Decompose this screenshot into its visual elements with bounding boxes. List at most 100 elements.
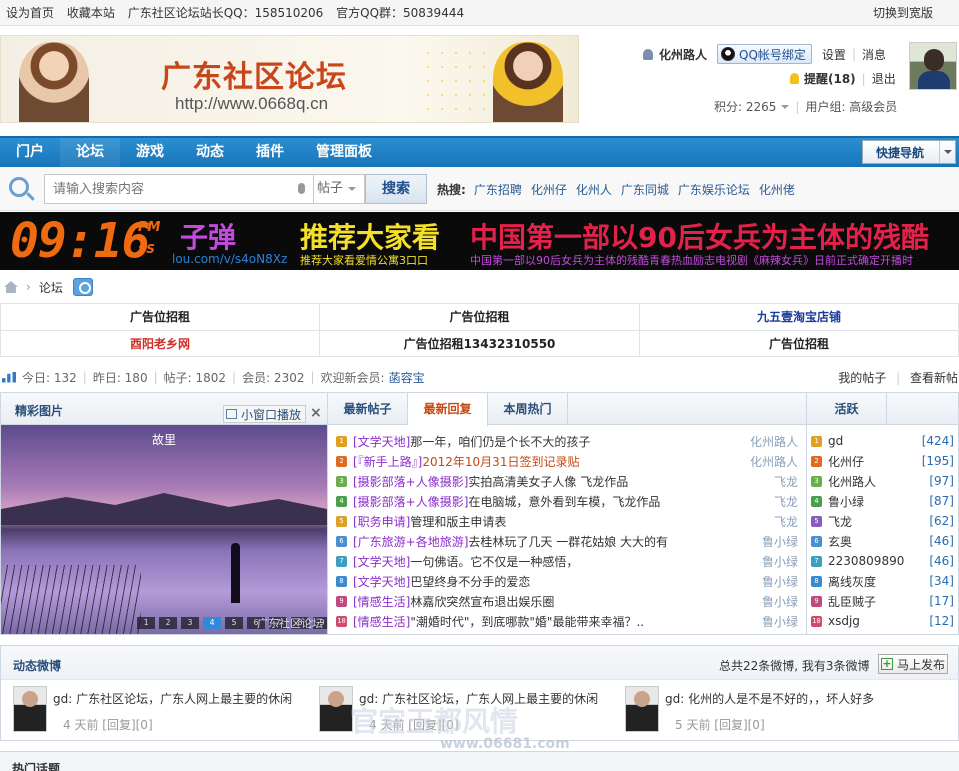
thread-subject[interactable]: [摄影部落+人像摄影]在电脑城，意外看到车模，飞龙作品 xyxy=(353,493,755,510)
pager-button[interactable]: 5 xyxy=(225,617,243,629)
thread-row[interactable]: 2 [『新手上路』]2012年10月31日签到记录贴 化州路人 xyxy=(328,451,806,471)
hot-search-link[interactable]: 广东同城 xyxy=(621,181,669,198)
quick-nav-button[interactable]: 快捷导航 xyxy=(862,140,956,164)
view-new-posts-link[interactable]: 查看新帖 xyxy=(910,371,958,385)
thread-author[interactable]: 飞龙 xyxy=(774,513,798,530)
nav-item-plugins[interactable]: 插件 xyxy=(240,138,300,167)
set-homepage-link[interactable]: 设为首页 xyxy=(6,6,54,20)
thread-subject[interactable]: [情感生活]林嘉欣突然宣布退出娱乐圈 xyxy=(353,593,755,610)
thread-subject[interactable]: [文学天地]一句佛语。它不仅是一种感悟， xyxy=(353,553,755,570)
pager-button[interactable]: 2 xyxy=(159,617,177,629)
thread-subject[interactable]: [『新手上路』]2012年10月31日签到记录贴 xyxy=(353,453,755,470)
pager-button[interactable]: 3 xyxy=(181,617,199,629)
thread-category[interactable]: [文学天地] xyxy=(353,575,410,589)
nav-item-forum[interactable]: 论坛 xyxy=(60,138,120,167)
active-user-name[interactable]: 乱臣贼子 xyxy=(828,593,876,610)
thread-author[interactable]: 鲁小绿 xyxy=(762,613,798,630)
nav-item-admin-panel[interactable]: 管理面板 xyxy=(300,138,388,167)
new-member-link[interactable]: 菡容宝 xyxy=(389,369,425,386)
close-icon[interactable]: × xyxy=(310,405,322,421)
search-type-select[interactable]: 帖子 xyxy=(314,174,365,204)
thread-row[interactable]: 1 [文学天地]那一年，咱们仍是个长不大的孩子 化州路人 xyxy=(328,431,806,451)
thread-author[interactable]: 鲁小绿 xyxy=(762,573,798,590)
site-banner[interactable]: 广东社区论坛 http://www.0668q.cn xyxy=(0,35,579,123)
active-user-row[interactable]: 9 乱臣贼子 [17] xyxy=(807,591,958,611)
ad-cell[interactable]: 九五壹淘宝店铺 xyxy=(640,304,958,331)
active-user-name[interactable]: xsdjg xyxy=(828,614,860,628)
ad-cell[interactable]: 酉阳老乡网 xyxy=(1,331,320,357)
thread-category[interactable]: [文学天地] xyxy=(353,435,410,449)
chevron-down-icon[interactable] xyxy=(781,104,790,109)
active-user-name[interactable]: 化州路人 xyxy=(828,473,876,490)
avatar[interactable] xyxy=(319,686,353,732)
qq-bind-button[interactable]: QQ帐号绑定 xyxy=(717,44,812,64)
tab-latest-posts[interactable]: 最新帖子 xyxy=(328,393,408,425)
thread-title[interactable]: 巴望终身不分手的爱恋 xyxy=(410,575,530,589)
active-user-name[interactable]: 鲁小绿 xyxy=(828,493,864,510)
ad-cell[interactable]: 广告位招租 xyxy=(320,304,640,331)
thread-category[interactable]: [广东旅游+各地旅游] xyxy=(353,535,468,549)
thread-author[interactable]: 化州路人 xyxy=(750,433,798,450)
thread-title[interactable]: 去桂林玩了几天 一群花姑娘 大大的有 xyxy=(468,535,668,549)
thread-author[interactable]: 鲁小绿 xyxy=(762,553,798,570)
thread-title[interactable]: 2012年10月31日签到记录贴 xyxy=(422,455,579,469)
avatar[interactable] xyxy=(13,686,47,732)
thread-author[interactable]: 飞龙 xyxy=(774,493,798,510)
user-group-link[interactable]: 用户组: 高级会员 xyxy=(805,98,897,115)
thread-title[interactable]: 在电脑城，意外看到车模，飞龙作品 xyxy=(468,495,660,509)
thread-subject[interactable]: [职务申请]管理和版主申请表 xyxy=(353,513,755,530)
thread-row[interactable]: 3 [摄影部落+人像摄影]实拍高清美女子人像 飞龙作品 飞龙 xyxy=(328,471,806,491)
nav-item-feed[interactable]: 动态 xyxy=(180,138,240,167)
thread-title[interactable]: 一句佛语。它不仅是一种感悟， xyxy=(410,555,578,569)
weibo-text[interactable]: gd: 广东社区论坛，广东人网上最主要的休闲 xyxy=(53,690,292,707)
thread-subject[interactable]: [摄影部落+人像摄影]实拍高清美女子人像 飞龙作品 xyxy=(353,473,755,490)
weibo-meta[interactable]: 4 天前 [回复][0] xyxy=(63,716,153,733)
active-user-name[interactable]: gd xyxy=(828,434,843,448)
thread-row[interactable]: 5 [职务申请]管理和版主申请表 飞龙 xyxy=(328,511,806,531)
hot-search-link[interactable]: 化州佬 xyxy=(759,181,795,198)
hot-search-link[interactable]: 化州人 xyxy=(576,181,612,198)
active-user-row[interactable]: 5 飞龙 [62] xyxy=(807,511,958,531)
active-user-row[interactable]: 2 化州仔 [195] xyxy=(807,451,958,471)
thread-author[interactable]: 鲁小绿 xyxy=(762,593,798,610)
hot-search-link[interactable]: 广东招聘 xyxy=(474,181,522,198)
active-user-row[interactable]: 10 xsdjg [12] xyxy=(807,611,958,631)
switch-wide-link[interactable]: 切换到宽版 xyxy=(873,4,933,21)
thread-category[interactable]: [文学天地] xyxy=(353,555,410,569)
thread-subject[interactable]: [广东旅游+各地旅游]去桂林玩了几天 一群花姑娘 大大的有 xyxy=(353,533,755,550)
points-link[interactable]: 积分: 2265 xyxy=(714,98,776,115)
thread-row[interactable]: 9 [情感生活]林嘉欣突然宣布退出娱乐圈 鲁小绿 xyxy=(328,591,806,611)
pager-button-current[interactable]: 4 xyxy=(203,617,221,629)
thread-title[interactable]: "潮婚时代"，到底哪款"婚"最能带来幸福？.. xyxy=(410,615,644,629)
thread-row[interactable]: 6 [广东旅游+各地旅游]去桂林玩了几天 一群花姑娘 大大的有 鲁小绿 xyxy=(328,531,806,551)
thread-category[interactable]: [情感生活] xyxy=(353,615,410,629)
active-user-name[interactable]: 离线灰度 xyxy=(828,573,876,590)
active-user-name[interactable]: 玄奥 xyxy=(828,533,852,550)
thread-category[interactable]: [『新手上路』] xyxy=(353,455,422,469)
thread-title[interactable]: 实拍高清美女子人像 飞龙作品 xyxy=(468,475,628,489)
ad-cell[interactable]: 广告位招租 xyxy=(1,304,320,331)
microphone-icon[interactable] xyxy=(298,183,305,194)
feed-icon[interactable] xyxy=(72,278,93,296)
thread-category[interactable]: [职务申请] xyxy=(353,515,410,529)
thread-category[interactable]: [情感生活] xyxy=(353,595,410,609)
search-button[interactable]: 搜索 xyxy=(365,174,427,204)
tab-latest-replies[interactable]: 最新回复 xyxy=(408,393,488,426)
ad-cell[interactable]: 广告位招租13432310550 xyxy=(320,331,640,357)
weibo-meta[interactable]: 5 天前 [回复][0] xyxy=(675,716,765,733)
username-link[interactable]: 化州路人 xyxy=(659,46,707,63)
nav-item-games[interactable]: 游戏 xyxy=(120,138,180,167)
logout-link[interactable]: 退出 xyxy=(872,70,896,87)
active-user-row[interactable]: 1 gd [424] xyxy=(807,431,958,451)
thread-category[interactable]: [摄影部落+人像摄影] xyxy=(353,495,468,509)
publish-button[interactable]: + 马上发布 xyxy=(878,654,948,674)
thread-title[interactable]: 管理和版主申请表 xyxy=(410,515,506,529)
settings-link[interactable]: 设置 xyxy=(822,46,846,63)
nav-item-portal[interactable]: 门户 xyxy=(0,138,60,167)
active-user-name[interactable]: 飞龙 xyxy=(828,513,852,530)
home-icon[interactable] xyxy=(4,281,18,293)
bookmark-link[interactable]: 收藏本站 xyxy=(67,6,115,20)
breadcrumb-forum[interactable]: 论坛 xyxy=(39,279,63,296)
featured-photo[interactable]: 故里 1 2 3 4 5 6 7 8 9 10 广东社区论坛 xyxy=(1,425,327,634)
thread-author[interactable]: 化州路人 xyxy=(750,453,798,470)
